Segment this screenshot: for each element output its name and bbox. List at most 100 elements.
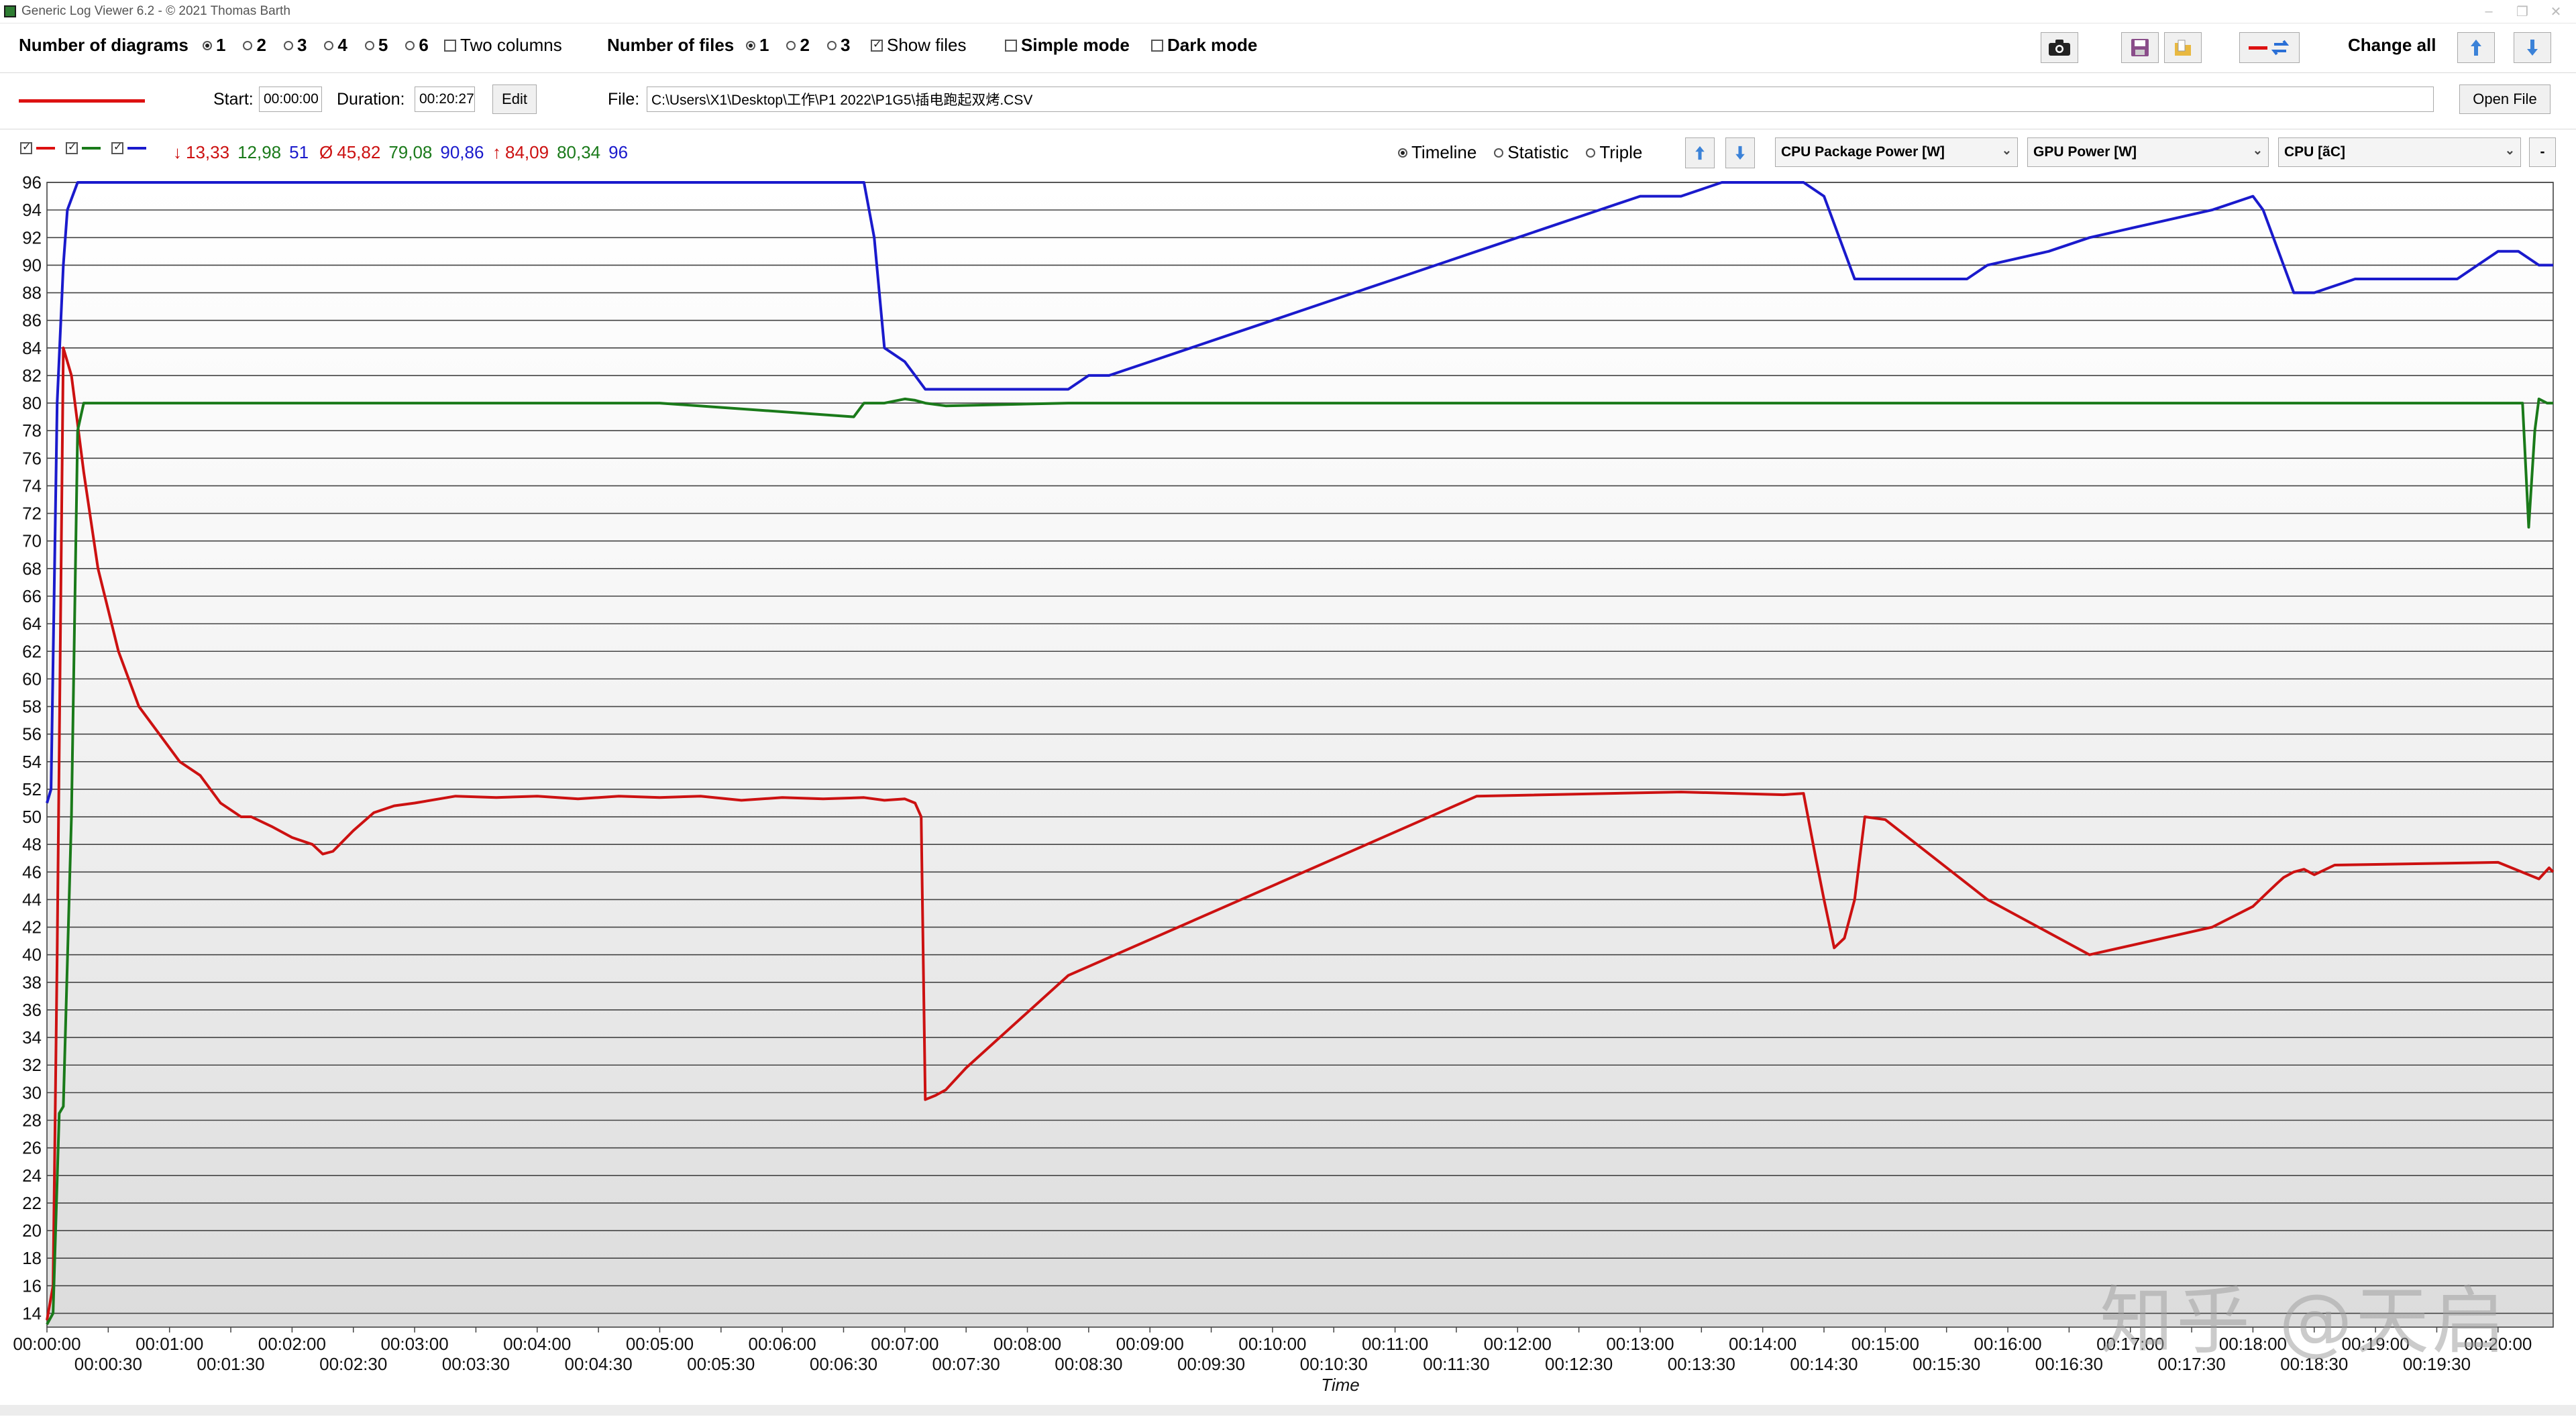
triple-radio[interactable]: Triple xyxy=(1586,142,1642,163)
channel-up-button[interactable] xyxy=(1685,137,1715,168)
duration-input[interactable]: 00:20:27 xyxy=(415,87,475,112)
simple-mode-checkbox[interactable]: Simple mode xyxy=(1005,35,1130,56)
radio-icon xyxy=(283,40,293,50)
folder-icon xyxy=(2175,40,2191,56)
x-tick-label: 00:03:00 xyxy=(380,1334,448,1354)
radio-icon xyxy=(1586,148,1596,158)
diagram-radio-5[interactable]: 5 xyxy=(364,35,388,56)
file-row: Start: 00:00:00 Duration: 00:20:27 Edit … xyxy=(0,72,2576,129)
channel-down-button[interactable] xyxy=(1725,137,1755,168)
remove-channel-button[interactable]: - xyxy=(2529,137,2556,167)
file-radio-1[interactable]: 1 xyxy=(746,35,769,56)
x-tick-label: 00:12:30 xyxy=(1545,1354,1613,1374)
radio-icon xyxy=(786,40,796,50)
dark-mode-checkbox[interactable]: Dark mode xyxy=(1151,35,1257,56)
chevron-down-icon: ⌄ xyxy=(2504,144,2515,157)
y-tick-label: 60 xyxy=(22,669,42,689)
max-stats: ↑ 84,09 80,34 96 xyxy=(492,142,629,162)
channel-3-select[interactable]: CPU [ãC] ⌄ xyxy=(2278,137,2521,167)
file-path-input[interactable]: C:\Users\X1\Desktop\工作\P1 2022\P1G5\插电跑起… xyxy=(647,87,2434,112)
y-tick-label: 68 xyxy=(22,559,42,579)
edit-button[interactable]: Edit xyxy=(492,84,537,114)
radio-icon xyxy=(324,40,334,50)
x-tick-label: 00:06:00 xyxy=(749,1334,816,1354)
save-button[interactable] xyxy=(2121,32,2159,63)
x-tick-label: 00:01:00 xyxy=(136,1334,203,1354)
diagram-radio-2[interactable]: 2 xyxy=(243,35,266,56)
x-tick-label: 00:04:30 xyxy=(564,1354,632,1374)
maximize-icon[interactable]: ❐ xyxy=(2509,0,2536,23)
file-label: File: xyxy=(608,90,640,109)
x-tick-label: 00:07:00 xyxy=(871,1334,938,1354)
timeline-chart[interactable]: 14 16 18 20 22 24 26 28 30 32 34 36 38 40 42 44 46 48 50 52… xyxy=(0,172,2576,1416)
y-tick-label: 64 xyxy=(22,614,42,634)
duration-label: Duration: xyxy=(337,90,405,109)
statistic-radio[interactable]: Statistic xyxy=(1494,142,1568,163)
checkbox-icon xyxy=(1151,39,1163,52)
x-tick-label: 00:09:30 xyxy=(1177,1354,1245,1374)
num-diagrams-label: Number of diagrams xyxy=(19,35,189,55)
swap-icon xyxy=(2249,40,2290,56)
swap-colors-button[interactable] xyxy=(2239,32,2300,63)
window-titlebar: Generic Log Viewer 6.2 - © 2021 Thomas B… xyxy=(0,0,2576,23)
open-file-button[interactable]: Open File xyxy=(2459,84,2551,114)
plot-background xyxy=(47,182,2553,1327)
channel-2-checkbox[interactable] xyxy=(66,140,78,154)
channel-1-checkbox[interactable] xyxy=(20,140,32,154)
open-folder-button[interactable] xyxy=(2164,32,2202,63)
y-tick-label: 44 xyxy=(22,889,42,909)
file-radio-3[interactable]: 3 xyxy=(826,35,850,56)
checkbox-icon xyxy=(1005,39,1017,52)
move-up-button[interactable] xyxy=(2457,32,2495,63)
radio-icon xyxy=(746,40,755,50)
start-input[interactable]: 00:00:00 xyxy=(259,87,322,112)
x-tick-label: 00:05:00 xyxy=(626,1334,694,1354)
move-down-button[interactable] xyxy=(2514,32,2551,63)
x-tick-label: 00:03:30 xyxy=(442,1354,510,1374)
line-color-swatch[interactable] xyxy=(19,99,145,103)
chevron-down-icon: ⌄ xyxy=(2252,144,2263,157)
diagram-radio-6[interactable]: 6 xyxy=(405,35,429,56)
x-tick-label: 00:12:00 xyxy=(1484,1334,1552,1354)
close-icon[interactable]: ✕ xyxy=(2542,0,2569,23)
two-columns-checkbox[interactable]: Two columns xyxy=(444,35,562,56)
y-tick-label: 58 xyxy=(22,697,42,717)
channel-3-checkbox[interactable] xyxy=(111,140,123,154)
diagram-radio-1[interactable]: 1 xyxy=(203,35,225,56)
y-tick-label: 82 xyxy=(22,365,42,386)
diagram-radio-4[interactable]: 4 xyxy=(324,35,347,56)
radio-icon xyxy=(405,40,415,50)
minimize-icon[interactable]: – xyxy=(2475,0,2502,23)
x-tick-label: 00:09:00 xyxy=(1116,1334,1184,1354)
chart-area[interactable]: 14 16 18 20 22 24 26 28 30 32 34 36 38 40 42 44 46 48 50 52… xyxy=(0,172,2576,1416)
diagram-radio-3[interactable]: 3 xyxy=(283,35,307,56)
radio-icon xyxy=(826,40,837,50)
x-tick-label: 00:10:00 xyxy=(1238,1334,1306,1354)
y-tick-label: 88 xyxy=(22,283,42,303)
app-icon xyxy=(4,5,16,17)
y-tick-label: 32 xyxy=(22,1055,42,1075)
channel-1-select[interactable]: CPU Package Power [W] ⌄ xyxy=(1775,137,2018,167)
file-radio-2[interactable]: 2 xyxy=(786,35,810,56)
screenshot-button[interactable] xyxy=(2041,32,2078,63)
x-tick-label: 00:00:30 xyxy=(74,1354,142,1374)
x-tick-label: 00:01:30 xyxy=(197,1354,264,1374)
y-tick-label: 38 xyxy=(22,972,42,992)
y-tick-label: 52 xyxy=(22,779,42,799)
y-tick-label: 50 xyxy=(22,807,42,827)
arrow-down-icon xyxy=(2527,40,2538,56)
channel-toggles xyxy=(20,140,157,154)
x-tick-label: 00:11:00 xyxy=(1362,1334,1428,1354)
timeline-radio[interactable]: Timeline xyxy=(1398,142,1477,163)
window-title: Generic Log Viewer 6.2 - © 2021 Thomas B… xyxy=(21,4,290,18)
channel-2-select[interactable]: GPU Power [W] ⌄ xyxy=(2027,137,2269,167)
radio-icon xyxy=(1494,148,1504,158)
x-tick-label: 00:11:30 xyxy=(1423,1354,1489,1374)
y-tick-label: 84 xyxy=(22,338,42,358)
status-bar xyxy=(0,1405,2576,1416)
show-files-checkbox[interactable]: Show files xyxy=(871,35,967,56)
y-tick-label: 70 xyxy=(22,531,42,551)
y-tick-label: 26 xyxy=(22,1138,42,1158)
x-tick-label: 00:14:00 xyxy=(1729,1334,1796,1354)
checkbox-icon xyxy=(871,38,883,52)
